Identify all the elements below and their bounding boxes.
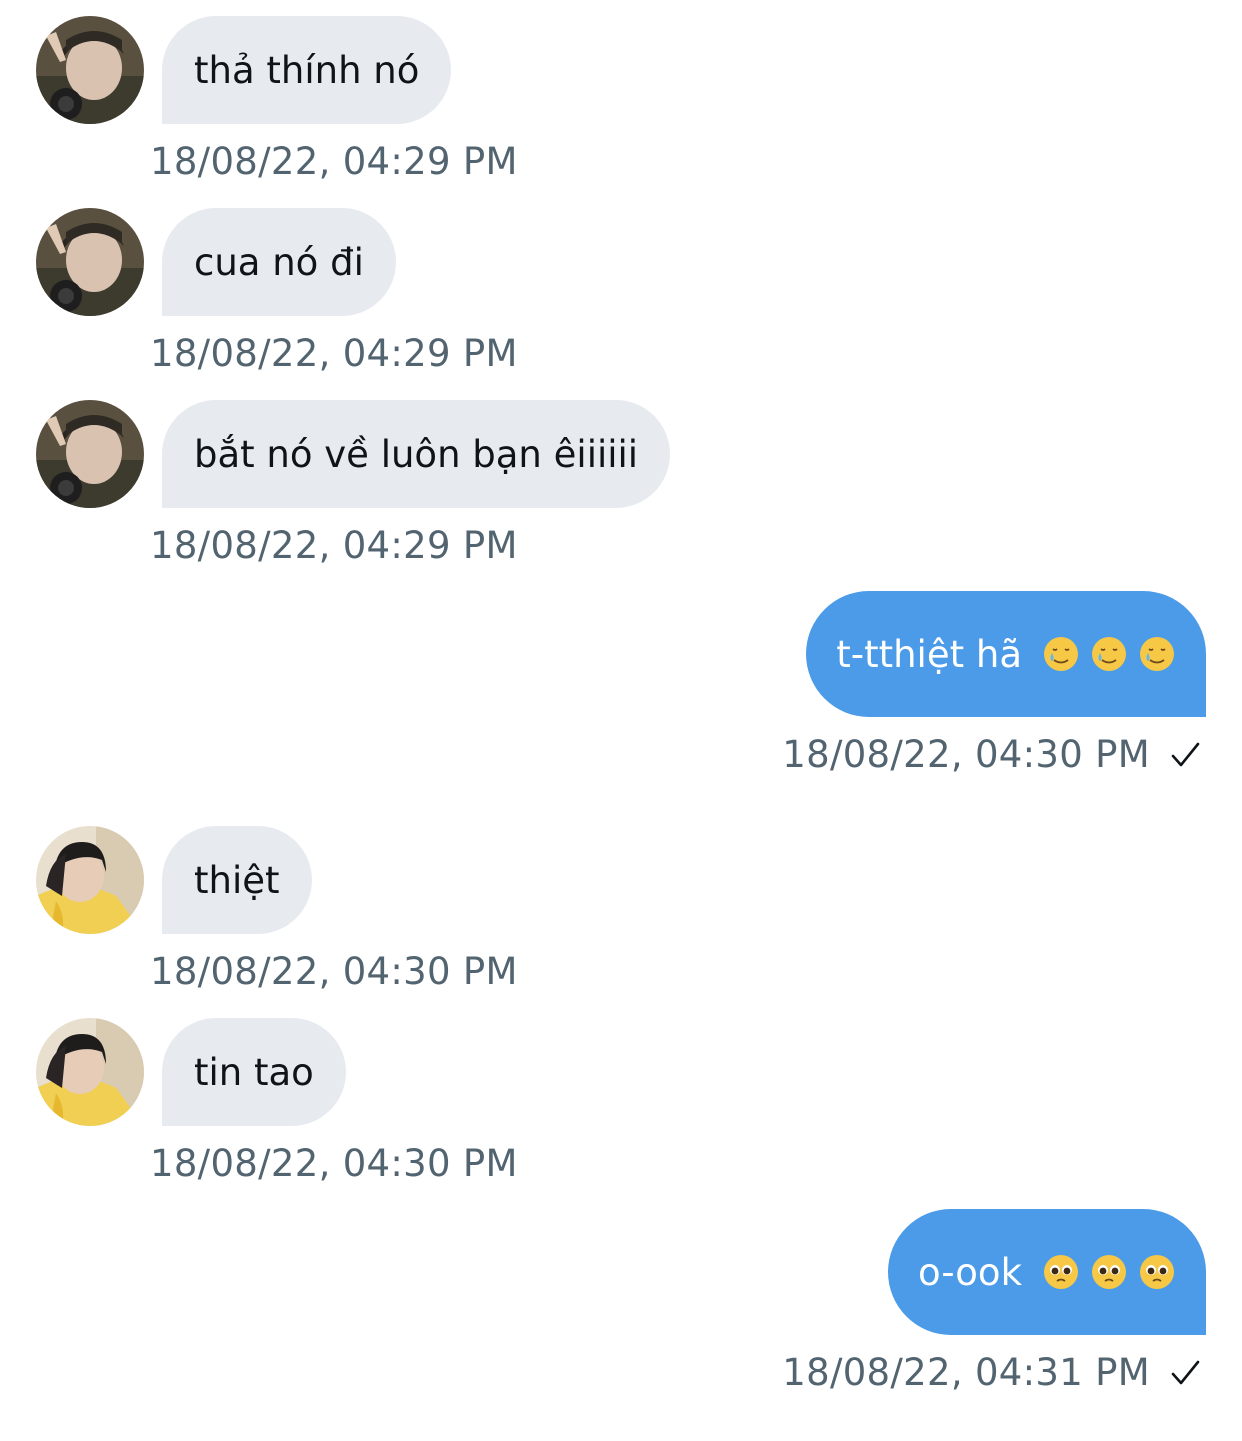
message-timestamp: 18/08/22, 04:29 PM [150,524,518,567]
pleading-face-icon [1090,1253,1128,1291]
message-incoming: tin tao 18/08/22, 04:30 PM [0,1018,1242,1188]
message-text: bắt nó về luôn bạn êiiiiii [194,432,639,476]
message-text: t-tthiệt hã [836,632,1022,676]
checkmark-icon [1168,738,1202,772]
checkmark-icon [1168,1356,1202,1390]
message-outgoing: o-ook 18/08/22, 04:31 PM [0,1209,1242,1409]
message-text: thiệt [194,858,280,902]
message-timestamp: 18/08/22, 04:30 PM [782,733,1150,776]
message-incoming: bắt nó về luôn bạn êiiiiii 18/08/22, 04:… [0,400,1242,570]
user-avatar[interactable] [36,400,144,508]
message-outgoing: t-tthiệt hã 18/08/22, 04:30 PM [0,591,1242,791]
user-avatar[interactable] [36,826,144,934]
message-timestamp-row: 18/08/22, 04:30 PM [782,733,1202,776]
message-incoming: cua nó đi 18/08/22, 04:29 PM [0,208,1242,378]
user-avatar[interactable] [36,1018,144,1126]
message-text: o-ook [917,1250,1022,1294]
message-bubble[interactable]: o-ook [887,1209,1206,1335]
message-timestamp: 18/08/22, 04:29 PM [150,332,518,375]
message-bubble[interactable]: thả thính nó [162,16,452,124]
message-bubble[interactable]: bắt nó về luôn bạn êiiiiii [162,400,671,508]
message-bubble[interactable]: cua nó đi [162,208,396,316]
message-bubble[interactable]: tin tao [162,1018,346,1126]
message-incoming: thiệt 18/08/22, 04:30 PM [0,826,1242,996]
message-text: cua nó đi [194,240,364,284]
message-bubble[interactable]: thiệt [162,826,312,934]
emoji-group [1032,635,1176,673]
message-timestamp: 18/08/22, 04:30 PM [150,950,518,993]
message-timestamp: 18/08/22, 04:29 PM [150,140,518,183]
user-avatar[interactable] [36,16,144,124]
message-timestamp-row: 18/08/22, 04:31 PM [782,1351,1202,1394]
message-timestamp: 18/08/22, 04:31 PM [782,1351,1150,1394]
smiling-face-with-tear-icon [1138,635,1176,673]
emoji-group [1032,1253,1176,1291]
message-text: tin tao [194,1050,314,1094]
message-text: thả thính nó [194,48,420,92]
message-incoming: thả thính nó 18/08/22, 04:29 PM [0,16,1242,186]
message-timestamp: 18/08/22, 04:30 PM [150,1142,518,1185]
pleading-face-icon [1042,1253,1080,1291]
message-bubble[interactable]: t-tthiệt hã [806,591,1206,717]
pleading-face-icon [1138,1253,1176,1291]
smiling-face-with-tear-icon [1090,635,1128,673]
user-avatar[interactable] [36,208,144,316]
smiling-face-with-tear-icon [1042,635,1080,673]
